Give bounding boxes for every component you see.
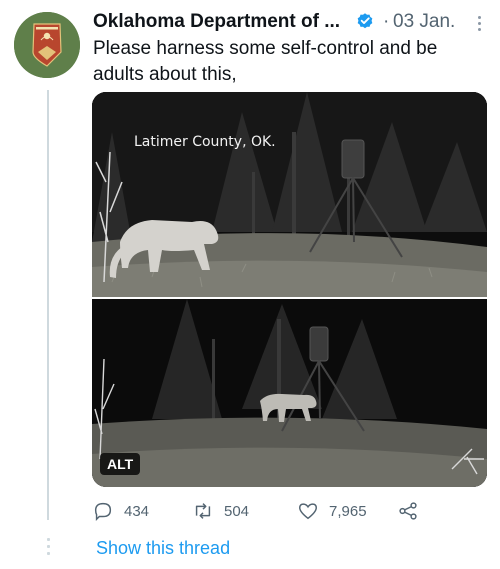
tweet-actions: 434 504 7,965 [92,500,422,522]
share-icon [399,502,417,520]
separator-dot: · [383,11,390,32]
retweet-icon [195,503,211,519]
reply-button[interactable]: 434 [92,500,149,522]
like-icon [299,503,317,520]
like-count: 7,965 [329,502,367,520]
tweet-header: Oklahoma Department of ... · 03 Jan. [93,10,488,36]
retweet-count: 504 [224,502,250,520]
thread-dots [46,538,50,559]
tweet-media[interactable]: Latimer County, OK. ALT [92,92,487,487]
more-icon[interactable] [478,16,482,34]
reply-count: 434 [124,502,150,520]
timestamp[interactable]: 03 Jan. [393,11,455,33]
alt-text-badge[interactable]: ALT [100,453,141,475]
wildlife-department-logo [14,12,80,78]
avatar[interactable] [14,12,80,78]
like-button[interactable]: 7,965 [297,500,367,522]
retweet-button[interactable]: 504 [192,500,249,522]
thread-line [47,90,49,520]
location-caption: Latimer County, OK. [134,134,276,150]
verified-badge-icon [357,13,373,29]
show-thread-link[interactable]: Show this thread [96,538,230,559]
author-name[interactable]: Oklahoma Department of ... [93,11,340,33]
trail-camera-photo-top[interactable]: Latimer County, OK. [92,92,487,297]
trail-camera-photo-bottom[interactable] [92,299,487,487]
share-button[interactable] [397,500,429,522]
tweet-text: Please harness some self-control and be … [93,38,438,85]
reply-icon [94,502,112,522]
